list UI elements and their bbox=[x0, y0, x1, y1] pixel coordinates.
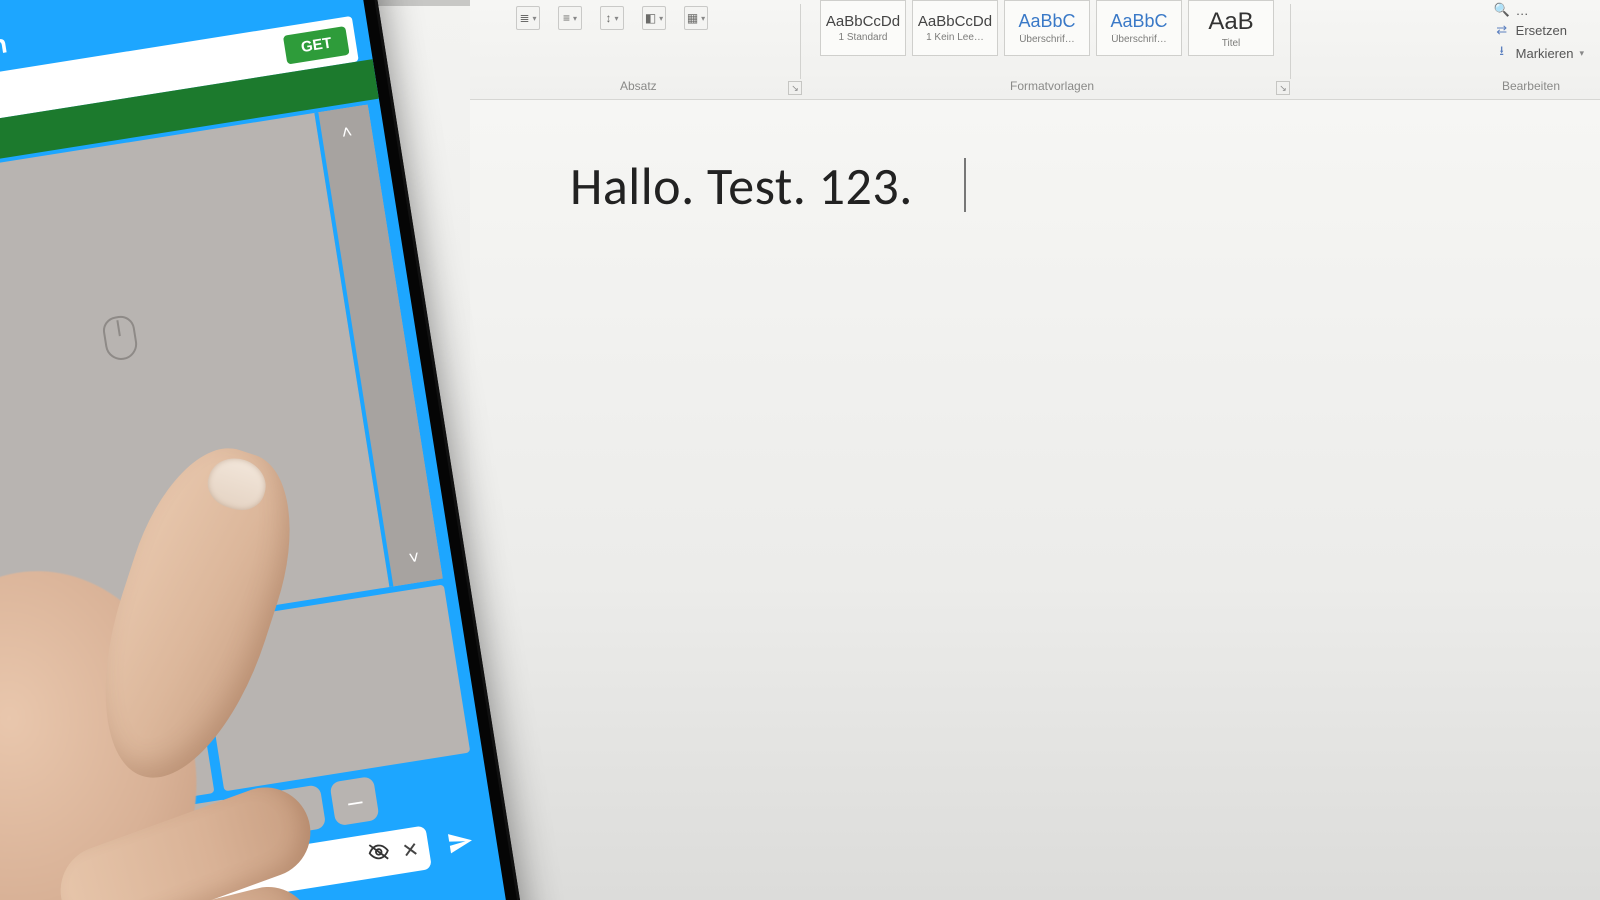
ad-get-button[interactable]: GET bbox=[283, 26, 350, 64]
style-no-spacing[interactable]: AaBbCcDd 1 Kein Lee… bbox=[912, 0, 998, 56]
group-label-editing: Bearbeiten bbox=[1502, 79, 1560, 93]
group-label-paragraph: Absatz bbox=[620, 79, 657, 93]
find-icon: 🔍 bbox=[1494, 2, 1510, 18]
shading-icon[interactable]: ◧▾ bbox=[642, 6, 666, 30]
select-button[interactable]: ⭳ Markieren ▾ bbox=[1494, 42, 1584, 64]
replace-button[interactable]: ⇄ Ersetzen bbox=[1494, 22, 1567, 38]
style-title[interactable]: AaB Titel bbox=[1188, 0, 1274, 56]
redo-button[interactable]: Redo bbox=[151, 798, 238, 854]
mouse-icon bbox=[101, 314, 139, 362]
style-heading1[interactable]: AaBbC Überschrif… bbox=[1004, 0, 1090, 56]
paragraph-launcher-icon[interactable]: ↘ bbox=[788, 81, 802, 95]
send-button[interactable] bbox=[433, 817, 487, 868]
undo-button[interactable]: Undo bbox=[240, 784, 327, 840]
style-heading2[interactable]: AaBbC Überschrif… bbox=[1096, 0, 1182, 56]
style-sample: AaBbC bbox=[1018, 11, 1075, 32]
styles-launcher-icon[interactable]: ↘ bbox=[1276, 81, 1290, 95]
paste-button[interactable]: Paste bbox=[0, 827, 59, 884]
find-button[interactable]: 🔍 … bbox=[1494, 2, 1529, 18]
ribbon-separator bbox=[1290, 4, 1291, 79]
visibility-off-icon[interactable] bbox=[366, 839, 392, 870]
touchpad-area[interactable]: ˄ ˅ bbox=[0, 104, 443, 658]
group-label-styles: Formatvorlagen bbox=[1010, 79, 1094, 93]
find-label: … bbox=[1516, 3, 1529, 18]
ribbon-separator bbox=[800, 4, 801, 79]
word-ribbon: ≣▾ ≡▾ ↕▾ ◧▾ ▦▾ Absatz ↘ AaBbCcDd 1 Stand… bbox=[470, 0, 1600, 100]
document-page[interactable]: Hallo. Test. 123. bbox=[470, 100, 1600, 900]
minus-button[interactable]: – bbox=[330, 776, 380, 826]
styles-gallery: AaBbCcDd 1 Standard AaBbCcDd 1 Kein Lee…… bbox=[820, 0, 1274, 56]
style-name: Überschrif… bbox=[1111, 34, 1167, 45]
copy-button[interactable]: Copy bbox=[62, 813, 148, 869]
style-name: Überschrif… bbox=[1019, 34, 1075, 45]
clear-input-icon[interactable]: ✕ bbox=[400, 836, 420, 863]
paragraph-group: ≣▾ ≡▾ ↕▾ ◧▾ ▦▾ bbox=[516, 6, 708, 30]
style-name: 1 Kein Lee… bbox=[926, 32, 984, 43]
select-label: Markieren bbox=[1516, 46, 1574, 61]
left-click-pad[interactable] bbox=[0, 625, 214, 832]
text-caret bbox=[964, 158, 966, 212]
style-sample: AaBbCcDd bbox=[918, 13, 992, 30]
bullets-icon[interactable]: ≣▾ bbox=[516, 6, 540, 30]
style-standard[interactable]: AaBbCcDd 1 Standard bbox=[820, 0, 906, 56]
numbering-icon[interactable]: ≡▾ bbox=[558, 6, 582, 30]
linespacing-icon[interactable]: ↕▾ bbox=[600, 6, 624, 30]
document-text: Hallo. Test. 123. bbox=[570, 154, 913, 218]
borders-icon[interactable]: ▦▾ bbox=[684, 6, 708, 30]
replace-icon: ⇄ bbox=[1494, 22, 1510, 38]
chevron-down-icon[interactable]: ˅ bbox=[407, 547, 421, 569]
select-icon: ⭳ bbox=[1494, 42, 1510, 64]
chevron-up-icon[interactable]: ˄ bbox=[340, 121, 354, 143]
replace-label: Ersetzen bbox=[1516, 23, 1567, 38]
right-click-pad[interactable] bbox=[198, 584, 471, 791]
editing-group: 🔍 … ⇄ Ersetzen ⭳ Markieren ▾ bbox=[1494, 2, 1584, 64]
style-name: Titel bbox=[1222, 38, 1241, 49]
style-sample: AaBbC bbox=[1110, 11, 1167, 32]
style-sample: AaB bbox=[1208, 8, 1253, 36]
style-name: 1 Standard bbox=[839, 32, 888, 43]
style-sample: AaBbCcDd bbox=[826, 13, 900, 30]
